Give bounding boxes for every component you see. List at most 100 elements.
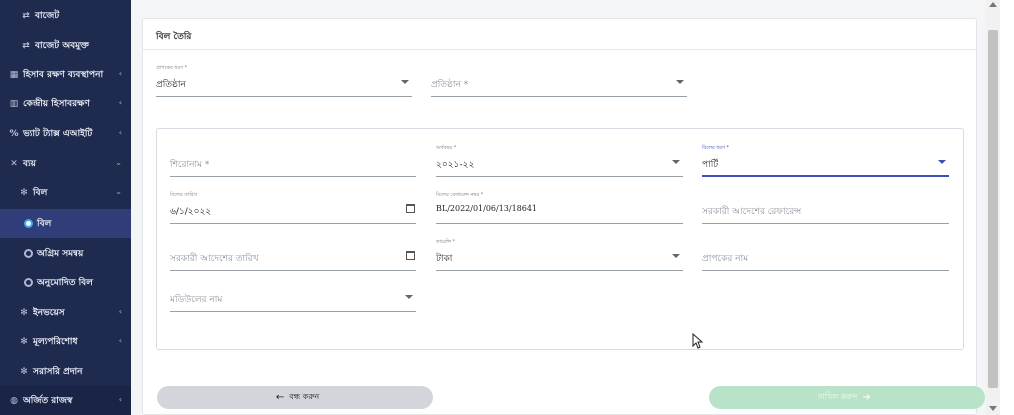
central-accounting-icon: ▥ xyxy=(9,98,19,109)
budget-icon: ⇄ xyxy=(22,10,30,21)
radio-icon xyxy=(24,249,33,258)
radio-checked-icon xyxy=(24,219,33,228)
sidebar-item-label: ভ্যাট ট্যাক্স এআইটি xyxy=(23,129,93,139)
bill-create-card: বিল তৈরি প্রাপকের ধরণ * প্রতিষ্ঠান প্রতি… xyxy=(142,18,985,415)
submit-button-label: দাখিল করুন xyxy=(818,392,858,401)
chevron-left-icon: ‹ xyxy=(118,69,122,78)
arrow-right-icon: ➔ xyxy=(862,392,871,403)
fiscal-year-select[interactable]: অর্থবছর * ২০২১-২২ xyxy=(436,145,683,177)
field-value: টাকা xyxy=(436,254,453,264)
bill-type-select[interactable]: বিলের ধরণ * পার্টি xyxy=(702,145,949,177)
mouse-cursor-icon xyxy=(692,333,704,349)
page-title: বিল তৈরি xyxy=(156,32,192,42)
chevron-down-icon: ⌄ xyxy=(115,158,122,167)
sidebar-item-approved-bill[interactable]: অনুমোদিত বিল xyxy=(0,268,131,297)
sidebar-item-budget[interactable]: ⇄ বাজেট xyxy=(0,1,131,30)
invoice-icon: ✻ xyxy=(20,307,28,318)
right-gutter xyxy=(1000,0,1014,415)
field-value: ৬/১/২০২২ xyxy=(170,207,212,217)
expense-icon: ✕ xyxy=(10,158,18,169)
chevron-left-icon: ‹ xyxy=(118,395,122,404)
sidebar-item-label: হিসাব রক্ষণ ব্যবস্থাপনা xyxy=(23,70,104,80)
chevron-down-icon: ⌄ xyxy=(115,187,122,196)
sidebar-item-invoice[interactable]: ✻ ইনভয়েস ‹ xyxy=(0,298,131,327)
field-value: প্রতিষ্ঠান xyxy=(156,80,186,90)
field-value: ২০২১-২২ xyxy=(436,160,475,170)
cancel-button[interactable]: ← বন্ধ করুন xyxy=(157,386,433,409)
vat-tax-icon: % xyxy=(9,128,19,139)
currency-select[interactable]: কারেন্সি * টাকা xyxy=(436,239,683,271)
sidebar-item-expense[interactable]: ✕ ব্যয় ⌄ xyxy=(0,149,131,178)
sidebar-item-label: কেন্দ্রীয় হিসাবরক্ষণ xyxy=(23,99,90,109)
recipient-type-select[interactable]: প্রাপকের ধরণ * প্রতিষ্ঠান xyxy=(156,65,412,97)
sidebar-item-label: ব্যয় xyxy=(23,159,36,169)
sidebar-item-label: বিল xyxy=(33,188,48,198)
calendar-icon[interactable] xyxy=(406,251,415,260)
field-label: প্রাপকের ধরণ * xyxy=(156,65,188,71)
chevron-down-icon xyxy=(676,80,684,84)
field-placeholder: শিরোনাম * xyxy=(170,160,210,170)
sidebar-item-label: সরাসরি প্রদান xyxy=(33,367,83,377)
sidebar-item-payment[interactable]: ✻ মূল্যপরিশোধ ‹ xyxy=(0,327,131,356)
radio-icon xyxy=(24,278,33,287)
chevron-left-icon: ‹ xyxy=(118,336,122,345)
sidebar-item-budget-release[interactable]: ⇄ বাজেট অবমুক্ত xyxy=(0,31,131,60)
sidebar-item-accounting[interactable]: ▦ হিসাব রক্ষণ ব্যবস্থাপনা ‹ xyxy=(0,60,131,89)
sidebar-item-central-accounting[interactable]: ▥ কেন্দ্রীয় হিসাবরক্ষণ ‹ xyxy=(0,89,131,118)
scroll-down-icon[interactable] xyxy=(989,406,997,411)
field-label: অর্থবছর * xyxy=(436,145,457,151)
payment-icon: ✻ xyxy=(20,336,28,347)
field-placeholder: সরকারী আদেশের রেফারেন্স xyxy=(702,207,802,217)
arrow-left-icon: ← xyxy=(275,392,285,403)
field-value: BL/2022/01/06/13/18641 xyxy=(436,204,538,213)
sidebar-item-label: অনুমোদিত বিল xyxy=(37,278,93,288)
bill-details-section: শিরোনাম * অর্থবছর * ২০২১-২২ বিলের ধরণ * … xyxy=(156,128,964,350)
scroll-up-icon[interactable] xyxy=(989,2,997,7)
sidebar-item-label: বাজেট xyxy=(35,11,60,21)
gov-order-date-input[interactable]: সরকারী আদেশের তারিখ xyxy=(170,239,416,271)
sidebar-item-direct-payment[interactable]: ✻ সরাসরি প্রদান xyxy=(0,357,131,386)
sidebar-item-label: বিল xyxy=(37,219,52,229)
field-placeholder: প্রতিষ্ঠান * xyxy=(431,80,469,90)
field-placeholder: মডিউলের নাম xyxy=(170,295,223,305)
sidebar-item-label: অগ্রিম সমন্বয় xyxy=(37,249,84,259)
accounting-icon: ▦ xyxy=(9,69,19,80)
sidebar-item-label: ইনভয়েস xyxy=(33,308,65,318)
submit-button[interactable]: দাখিল করুন ➔ xyxy=(709,386,985,409)
sidebar-item-bill[interactable]: বিল xyxy=(0,209,131,238)
field-placeholder: প্রাপকের নাম xyxy=(702,254,749,264)
card-header: বিল তৈরি xyxy=(143,19,976,50)
bill-date-input[interactable]: বিলের তারিখ ৬/১/২০২২ xyxy=(170,192,416,224)
gov-order-reference-input[interactable]: সরকারী আদেশের রেফারেন্স xyxy=(702,192,949,224)
calendar-icon[interactable] xyxy=(406,204,415,213)
heading-input[interactable]: শিরোনাম * xyxy=(170,145,416,177)
sidebar-item-advance-adjustment[interactable]: অগ্রিম সমন্বয় xyxy=(0,239,131,268)
institution-select[interactable]: প্রতিষ্ঠান * xyxy=(431,65,687,97)
field-label: বিলের ধরণ * xyxy=(702,145,729,151)
main-content: বিল তৈরি প্রাপকের ধরণ * প্রতিষ্ঠান প্রতি… xyxy=(131,0,986,415)
field-placeholder: সরকারী আদেশের তারিখ xyxy=(170,254,259,264)
sidebar-item-revenue[interactable]: ◍ অর্জিত রাজস্ব ‹ xyxy=(0,386,131,415)
sidebar-item-bill-group[interactable]: ✻ বিল ⌄ xyxy=(0,178,131,207)
sidebar-item-label: বাজেট অবমুক্ত xyxy=(35,41,89,51)
chevron-left-icon: ‹ xyxy=(118,98,122,107)
sidebar-item-label: মূল্যপরিশোধ xyxy=(33,337,78,347)
chevron-left-icon: ‹ xyxy=(118,128,122,137)
vertical-scrollbar[interactable] xyxy=(986,0,1000,415)
chevron-down-icon xyxy=(938,160,946,164)
cancel-button-label: বন্ধ করুন xyxy=(289,392,320,401)
bill-reference-input[interactable]: বিলের রেফারেন্স নম্বর * BL/2022/01/06/13… xyxy=(436,192,683,224)
chevron-down-icon xyxy=(405,295,413,299)
field-label: বিলের রেফারেন্স নম্বর * xyxy=(436,192,484,198)
sidebar-item-label: অর্জিত রাজস্ব xyxy=(23,396,73,406)
module-name-select[interactable]: মডিউলের নাম xyxy=(170,280,416,312)
sidebar-item-vat-tax[interactable]: % ভ্যাট ট্যাক্স এআইটি ‹ xyxy=(0,119,131,148)
scroll-thumb[interactable] xyxy=(988,30,998,388)
field-label: কারেন্সি * xyxy=(436,239,456,245)
chevron-down-icon xyxy=(401,80,409,84)
field-value: পার্টি xyxy=(702,160,719,170)
chevron-down-icon xyxy=(672,160,680,164)
revenue-icon: ◍ xyxy=(10,395,18,406)
recipient-name-input[interactable]: প্রাপকের নাম xyxy=(702,239,949,271)
chevron-down-icon xyxy=(672,254,680,258)
